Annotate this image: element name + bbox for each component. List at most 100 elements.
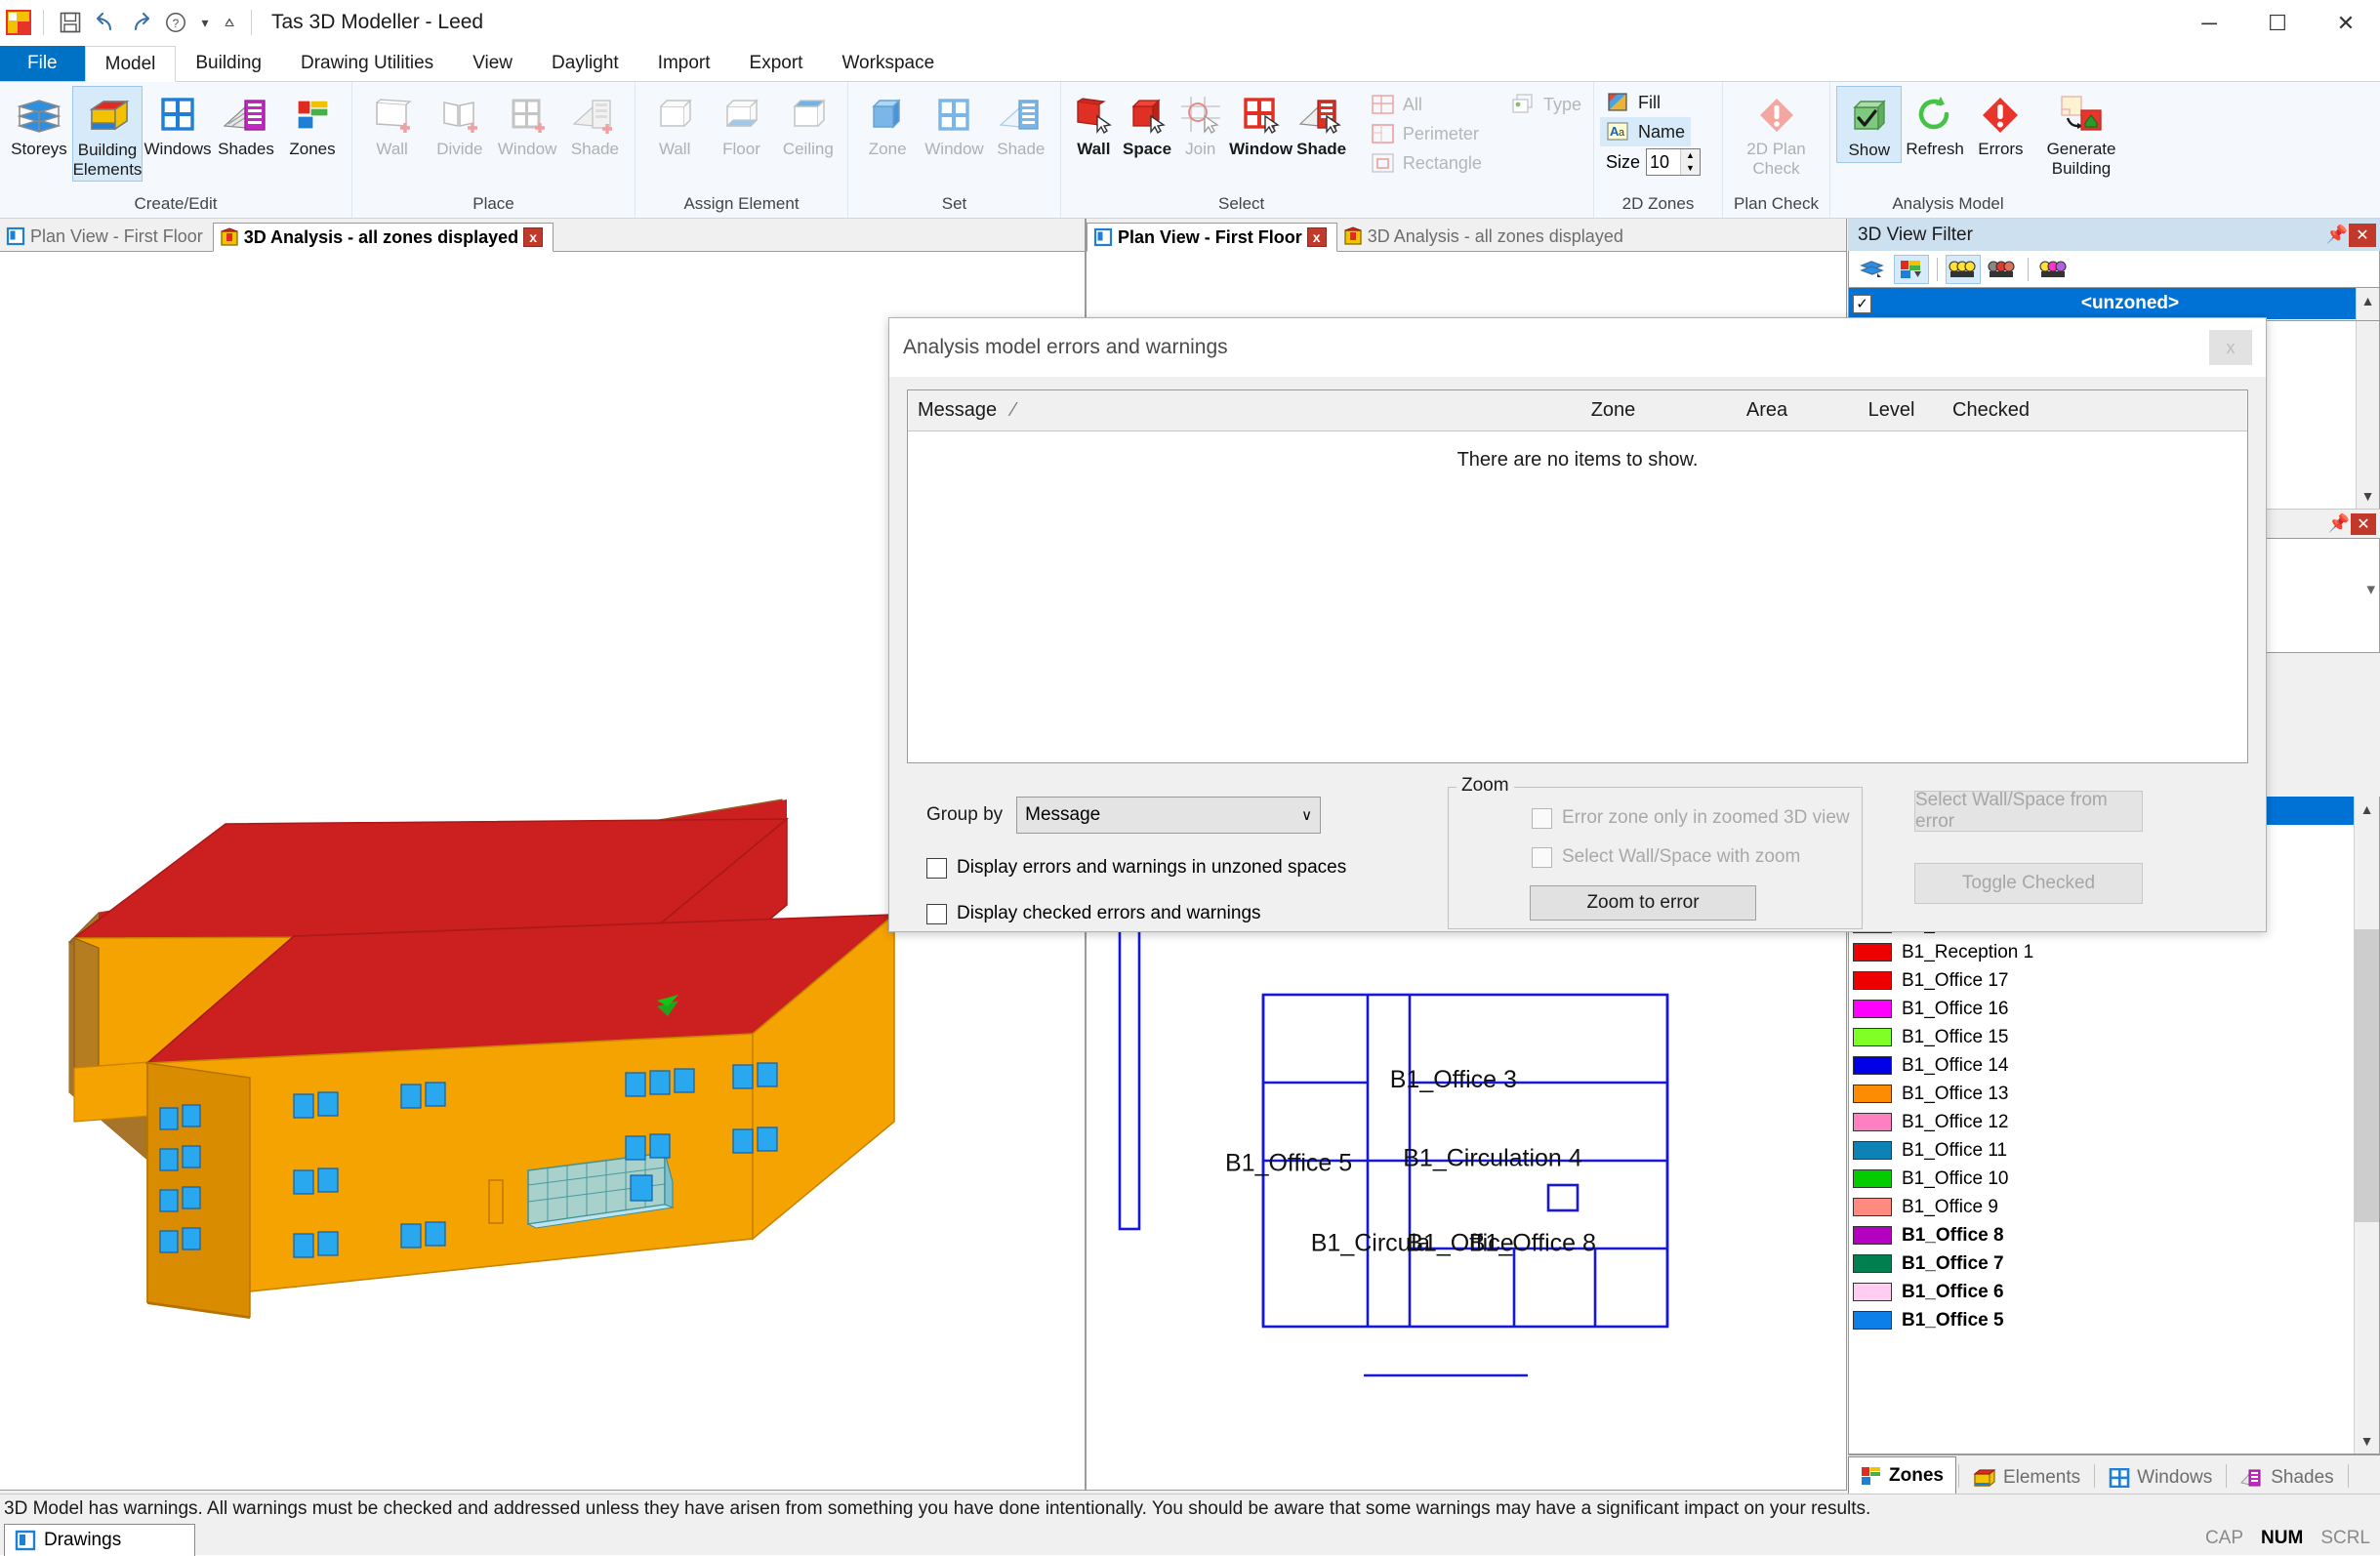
ribbon-tab-file[interactable]: File [0,46,85,81]
scroll-track[interactable] [2357,321,2379,483]
ribbon-button-select-shade[interactable]: Shade [1294,86,1348,161]
ribbon-small-select-type[interactable]: Type [1505,90,1587,119]
help-icon[interactable]: ? [161,8,190,37]
ribbon-button-show[interactable]: Show [1836,86,1903,163]
ribbon-button-2d-plan-check[interactable]: 2D Plan Check [1742,86,1812,180]
spinner-arrows[interactable]: ▲ ▼ [1680,149,1701,175]
zone-list-item[interactable]: B1_Office 12 [1849,1108,2379,1136]
checkbox-checked-errors[interactable]: Display checked errors and warnings [926,903,1261,924]
ribbon-button-select-window[interactable]: Window [1227,86,1294,161]
zone-list-item[interactable]: B1_Office 9 [1849,1193,2379,1221]
zoom-to-error-button[interactable]: Zoom to error [1530,885,1756,921]
ribbon-small-name[interactable]: Aa Name [1600,117,1692,146]
scrollbar-top-track[interactable]: ▼ [2356,321,2379,509]
ribbon-tab-building[interactable]: Building [176,46,281,81]
scroll-up-icon[interactable]: ▲ [2357,288,2379,313]
invert-icon[interactable] [2036,255,2072,284]
grid-header-message[interactable]: Message ⁄ [908,399,1533,422]
view-tab-plan-view[interactable]: Plan View - First Floor x [1087,223,1337,252]
ribbon-button-select-space[interactable]: Space [1121,86,1174,161]
ribbon-button-set-window[interactable]: Window [921,86,987,161]
group-by-select[interactable]: Message ∨ [1016,797,1322,834]
toggle-checked-button[interactable]: Toggle Checked [1914,863,2143,904]
ribbon-tab-import[interactable]: Import [638,46,730,81]
checkbox-box[interactable] [1532,846,1552,868]
checkbox-error-zone-only[interactable]: Error zone only in zoomed 3D view [1532,807,1850,829]
ribbon-small-fill[interactable]: Fill [1600,88,1666,117]
pin-icon-2[interactable]: 📌 [2327,513,2351,534]
ribbon-button-place-window[interactable]: Window [494,86,561,161]
ribbon-button-select-wall[interactable]: Wall [1067,86,1121,161]
ribbon-button-shades[interactable]: Shades [213,86,279,161]
close-tab-button[interactable]: x [523,227,544,247]
grid-header-checked[interactable]: Checked [1943,399,2079,422]
checkbox-box[interactable] [926,903,947,924]
ribbon-button-storeys[interactable]: Storeys [6,86,72,161]
zone-list-item[interactable]: B1_Office 11 [1849,1136,2379,1165]
chevron-down-icon[interactable]: ▾ [196,8,214,37]
ribbon-small-select-all[interactable]: All [1365,90,1488,119]
zone-row-unzoned[interactable]: ✓ <unzoned> [1849,288,2379,319]
view-tab-plan-view[interactable]: Plan View - First Floor [0,222,213,251]
zone-list-item[interactable]: B1_Office 5 [1849,1306,2379,1334]
scrollbar-top[interactable]: ▲ [2356,288,2379,320]
ribbon-button-zones[interactable]: Zones [279,86,346,161]
ribbon-button-assign-floor[interactable]: Floor [708,86,774,161]
pin-icon[interactable]: 📌 [2325,225,2349,245]
ribbon-button-assign-wall[interactable]: Wall [641,86,708,161]
close-icon[interactable]: ✕ [2349,223,2376,247]
ribbon-button-place-divide[interactable]: Divide [426,86,493,161]
grid-header-level[interactable]: Level [1840,399,1943,422]
zone-list-item[interactable]: B1_Office 16 [1849,995,2379,1023]
zone-list-item[interactable]: B1_Office 17 [1849,966,2379,995]
undo-icon[interactable] [91,8,120,37]
view-tab-3d-analysis[interactable]: 3D Analysis - all zones displayed [1337,222,1633,251]
zone-list-item[interactable]: B1_Office 7 [1849,1249,2379,1278]
checkbox-box[interactable] [1532,807,1552,829]
scroll-up-icon-2[interactable]: ▲ [2355,797,2379,822]
all-on-icon[interactable] [1946,254,1981,284]
ribbon-tab-export[interactable]: Export [730,46,823,81]
chevron-down-icon-dock[interactable]: ▾ [2366,580,2375,599]
spinner-up-icon[interactable]: ▲ [1681,149,1700,162]
maximize-button[interactable]: ☐ [2243,0,2312,46]
ribbon-button-select-join[interactable]: Join [1173,86,1227,161]
ribbon-tab-daylight[interactable]: Daylight [532,46,638,81]
checkbox-select-wall-space-zoom[interactable]: Select Wall/Space with zoom [1532,846,1800,868]
ribbon-button-assign-ceiling[interactable]: Ceiling [775,86,841,161]
select-wall-space-from-error-button[interactable]: Select Wall/Space from error [1914,790,2143,832]
ribbon-tab-model[interactable]: Model [84,46,177,82]
ribbon-button-set-zone[interactable]: Zone [854,86,921,161]
grid-header-area[interactable]: Area [1694,399,1840,422]
ribbon-small-select-rectangle[interactable]: Rectangle [1365,148,1488,178]
zones-filter-icon[interactable] [1894,254,1929,284]
redo-icon[interactable] [126,8,155,37]
scroll-down-icon-2[interactable]: ▼ [2355,1428,2379,1454]
ribbon-button-place-shade[interactable]: Shade [561,86,629,161]
ribbon-tab-view[interactable]: View [453,46,532,81]
save-icon[interactable] [56,8,85,37]
dock-tab-zones[interactable]: Zones [1848,1456,1956,1494]
customize-toolbar-icon[interactable]: ⩟ [220,8,239,37]
view-tab-3d-analysis[interactable]: 3D Analysis - all zones displayed x [212,223,554,252]
ribbon-button-building-elements[interactable]: Building Elements [72,86,143,183]
dock-tab-shades[interactable]: Shades [2229,1462,2345,1494]
zone-list-item[interactable]: B1_Office 13 [1849,1080,2379,1108]
minimize-button[interactable]: ─ [2175,0,2243,46]
close-icon-2[interactable]: ✕ [2351,512,2376,535]
ribbon-button-generate-building[interactable]: Generate Building [2046,86,2116,180]
dialog-close-button[interactable]: x [2209,330,2252,365]
ribbon-button-windows[interactable]: Windows [143,86,213,161]
ribbon-button-set-shade[interactable]: Shade [988,86,1054,161]
all-off-icon[interactable] [1985,255,2020,284]
scroll-down-icon[interactable]: ▼ [2357,483,2379,509]
visibility-checkbox[interactable]: ✓ [1853,294,1871,313]
storeys-filter-icon[interactable] [1855,255,1890,284]
size-stepper[interactable]: ▲ ▼ [1646,148,1702,176]
dock-tab-windows[interactable]: Windows [2097,1462,2224,1494]
ribbon-tab-workspace[interactable]: Workspace [822,46,954,81]
spinner-down-icon[interactable]: ▼ [1681,162,1700,175]
checkbox-box[interactable] [926,857,947,879]
zone-list-item[interactable]: B1_Office 14 [1849,1051,2379,1080]
zone-list-item[interactable]: B1_Office 15 [1849,1023,2379,1051]
